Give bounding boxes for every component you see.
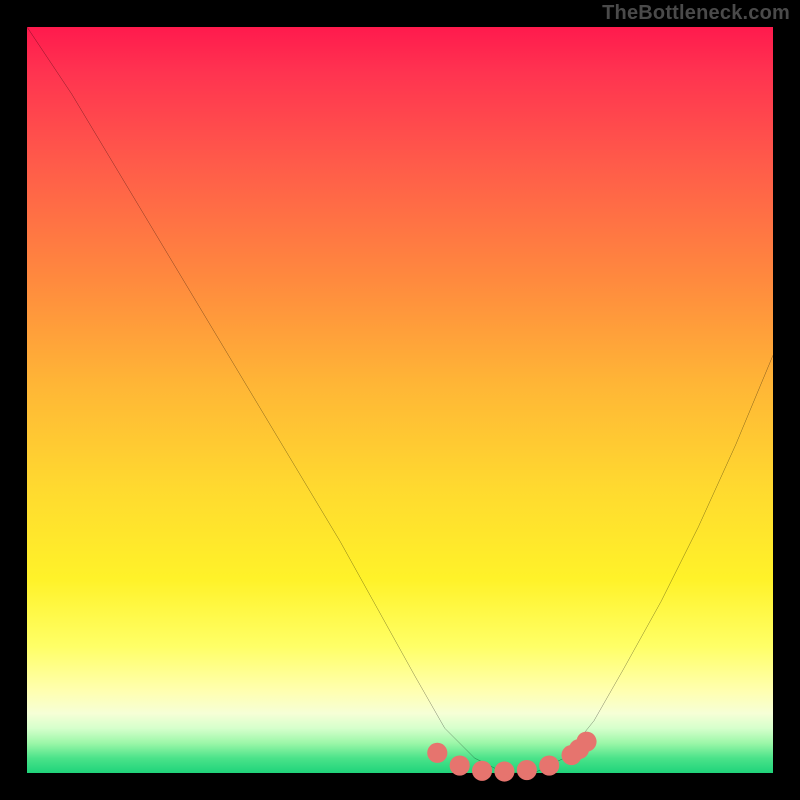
valley-markers [427,732,596,782]
valley-marker [472,761,492,781]
valley-marker [450,755,470,775]
bottleneck-curve [27,27,773,773]
chart-frame: TheBottleneck.com [0,0,800,800]
watermark-text: TheBottleneck.com [602,2,790,25]
valley-marker [427,743,447,763]
valley-marker [517,760,537,780]
curve-layer [27,27,773,773]
valley-marker [494,761,514,781]
valley-marker [576,732,596,752]
plot-area [27,27,773,773]
valley-marker [539,755,559,775]
